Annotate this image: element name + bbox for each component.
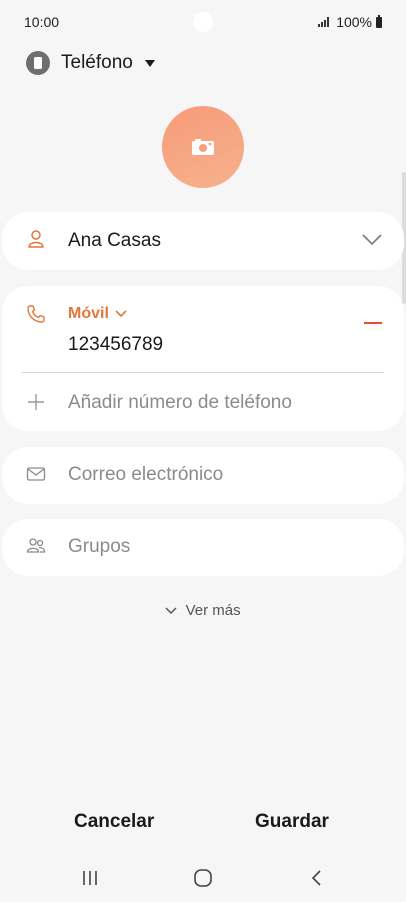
back-icon[interactable]: [305, 866, 329, 890]
dropdown-triangle-icon: [144, 59, 155, 67]
camera-notch: [193, 12, 213, 32]
envelope-icon: [26, 467, 46, 481]
phone-type-selector[interactable]: Móvil: [68, 305, 127, 323]
cancel-button[interactable]: Cancelar: [74, 811, 154, 833]
groups-card[interactable]: Grupos: [2, 519, 404, 576]
see-more-button[interactable]: Ver más: [0, 602, 406, 619]
battery-icon: [376, 14, 382, 28]
groups-label: Grupos: [68, 536, 131, 557]
person-icon: [28, 230, 44, 248]
save-button[interactable]: Guardar: [255, 811, 329, 833]
camera-icon: [192, 139, 214, 155]
see-more-label: Ver más: [185, 602, 241, 619]
account-label: Teléfono: [61, 52, 133, 73]
name-input[interactable]: Ana Casas: [68, 230, 161, 252]
home-icon[interactable]: [191, 866, 215, 890]
battery-percent: 100%: [336, 14, 372, 30]
account-selector[interactable]: Teléfono: [26, 50, 155, 76]
remove-phone-button[interactable]: [364, 322, 382, 324]
groups-icon: [26, 538, 46, 553]
plus-icon: [28, 394, 44, 410]
navigation-bar: [0, 862, 406, 894]
chevron-down-icon: [165, 607, 177, 615]
phone-icon: [27, 305, 45, 323]
name-card: Ana Casas: [2, 212, 404, 270]
signal-icon: [318, 17, 330, 27]
add-photo-button[interactable]: [162, 106, 244, 188]
chevron-down-icon[interactable]: [362, 234, 382, 246]
email-field: Correo electrónico: [68, 464, 224, 485]
phone-number-input[interactable]: 123456789: [68, 334, 163, 356]
recent-apps-icon[interactable]: [78, 866, 102, 890]
add-phone-button[interactable]: Añadir número de teléfono: [2, 378, 404, 426]
status-time: 10:00: [24, 14, 60, 30]
divider: [22, 372, 384, 373]
email-card[interactable]: Correo electrónico: [2, 447, 404, 504]
status-icons: 100%: [318, 14, 382, 30]
phone-type-label: Móvil: [68, 305, 109, 322]
status-bar: 10:00 100%: [0, 0, 406, 44]
add-phone-label: Añadir número de teléfono: [68, 392, 292, 413]
phone-storage-icon: [26, 51, 50, 75]
chevron-down-icon: [115, 310, 127, 318]
phone-card: Móvil 123456789 Añadir número de teléfon…: [2, 286, 404, 431]
